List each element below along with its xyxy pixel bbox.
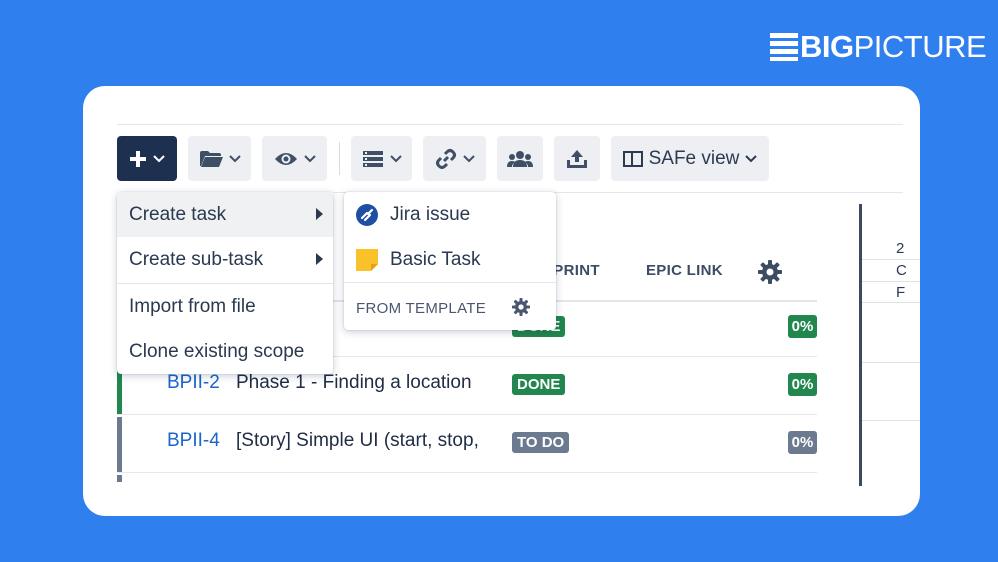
menu-item-label: Create task bbox=[129, 203, 227, 225]
status-badge: DONE bbox=[512, 374, 566, 395]
task-summary: Phase 1 - Finding a location bbox=[236, 372, 472, 393]
task-summary: [Story] Simple UI (start, stop, bbox=[236, 430, 479, 451]
timeline-divider bbox=[862, 420, 920, 421]
open-project-button[interactable] bbox=[188, 136, 251, 181]
column-settings-gear-icon[interactable] bbox=[758, 260, 782, 284]
timeline-cell: C bbox=[896, 262, 907, 279]
columns-icon bbox=[622, 150, 643, 167]
bigpicture-logo-mark bbox=[770, 33, 798, 61]
progress-badge: 0% bbox=[788, 315, 817, 338]
progress-badge: 0% bbox=[788, 431, 817, 454]
add-dropdown-menu: Create task Create sub-task Import from … bbox=[117, 192, 333, 374]
users-icon bbox=[507, 150, 533, 167]
submenu-item-label: Basic Task bbox=[390, 248, 481, 270]
row-divider bbox=[117, 472, 817, 473]
plus-icon bbox=[130, 150, 146, 167]
timeline-divider bbox=[862, 281, 920, 282]
timeline-divider bbox=[862, 259, 920, 260]
resources-button[interactable] bbox=[497, 136, 543, 181]
dependencies-button[interactable] bbox=[423, 136, 486, 181]
link-icon bbox=[435, 148, 456, 169]
row-divider bbox=[117, 414, 817, 415]
upload-icon bbox=[567, 149, 587, 168]
chevron-down-icon bbox=[303, 154, 316, 162]
chevron-down-icon bbox=[389, 154, 402, 162]
eye-icon bbox=[274, 152, 297, 165]
submenu-item-label: Jira issue bbox=[390, 203, 471, 225]
chevron-down-icon bbox=[462, 154, 475, 162]
template-settings-gear-icon[interactable] bbox=[512, 298, 530, 316]
chevron-down-icon bbox=[228, 154, 241, 162]
task-key-link[interactable]: BPII-2 bbox=[167, 372, 221, 394]
add-button[interactable] bbox=[117, 136, 177, 181]
submenu-arrow-icon bbox=[316, 208, 323, 220]
view-options-button[interactable] bbox=[262, 136, 327, 181]
folder-icon bbox=[199, 150, 223, 167]
app-panel: SAFe view SPRINT EPIC LINK oot DONE 0% bbox=[83, 86, 920, 516]
toolbar-separator bbox=[339, 142, 340, 175]
bigpicture-logo: BIGPICTURE bbox=[770, 29, 987, 64]
chevron-down-icon bbox=[745, 154, 758, 162]
submenu-item-jira-issue[interactable]: Jira issue bbox=[344, 192, 556, 237]
create-task-submenu: Jira issue Basic Task FROM TEMPLATE bbox=[344, 192, 556, 330]
column-header-epic-link[interactable]: EPIC LINK bbox=[646, 262, 723, 279]
menu-item-clone-existing-scope[interactable]: Clone existing scope bbox=[117, 329, 333, 374]
menu-item-create-sub-task[interactable]: Create sub-task bbox=[117, 237, 333, 282]
rows-icon bbox=[362, 150, 383, 167]
timeline-header: 2 C F bbox=[862, 204, 920, 494]
bigpicture-logo-text: BIGPICTURE bbox=[800, 29, 987, 64]
submenu-arrow-icon bbox=[316, 253, 323, 265]
submenu-divider bbox=[344, 282, 556, 283]
menu-item-label: Clone existing scope bbox=[129, 340, 305, 362]
rows-button[interactable] bbox=[351, 136, 412, 181]
basic-task-icon bbox=[356, 248, 378, 271]
timeline-cell: F bbox=[896, 284, 906, 301]
row-color-bar bbox=[117, 475, 122, 482]
row-color-bar bbox=[117, 417, 122, 472]
menu-item-label: Create sub-task bbox=[129, 248, 264, 270]
safe-view-label: SAFe view bbox=[648, 147, 740, 169]
progress-badge: 0% bbox=[788, 373, 817, 396]
task-key-link[interactable]: BPII-4 bbox=[167, 430, 221, 452]
template-section-header: FROM TEMPLATE bbox=[356, 300, 487, 317]
timeline-cell: 2 bbox=[896, 240, 905, 257]
chevron-down-icon bbox=[153, 154, 165, 162]
timeline-divider bbox=[862, 302, 920, 303]
menu-item-create-task[interactable]: Create task bbox=[117, 192, 333, 237]
divider bbox=[117, 124, 903, 125]
safe-view-button[interactable]: SAFe view bbox=[611, 136, 769, 181]
menu-item-import-from-file[interactable]: Import from file bbox=[117, 284, 333, 329]
timeline-divider bbox=[862, 362, 920, 363]
submenu-item-basic-task[interactable]: Basic Task bbox=[344, 237, 556, 282]
menu-item-label: Import from file bbox=[129, 295, 256, 317]
status-badge: TO DO bbox=[512, 432, 570, 453]
export-button[interactable] bbox=[554, 136, 600, 181]
jira-icon bbox=[356, 203, 378, 226]
